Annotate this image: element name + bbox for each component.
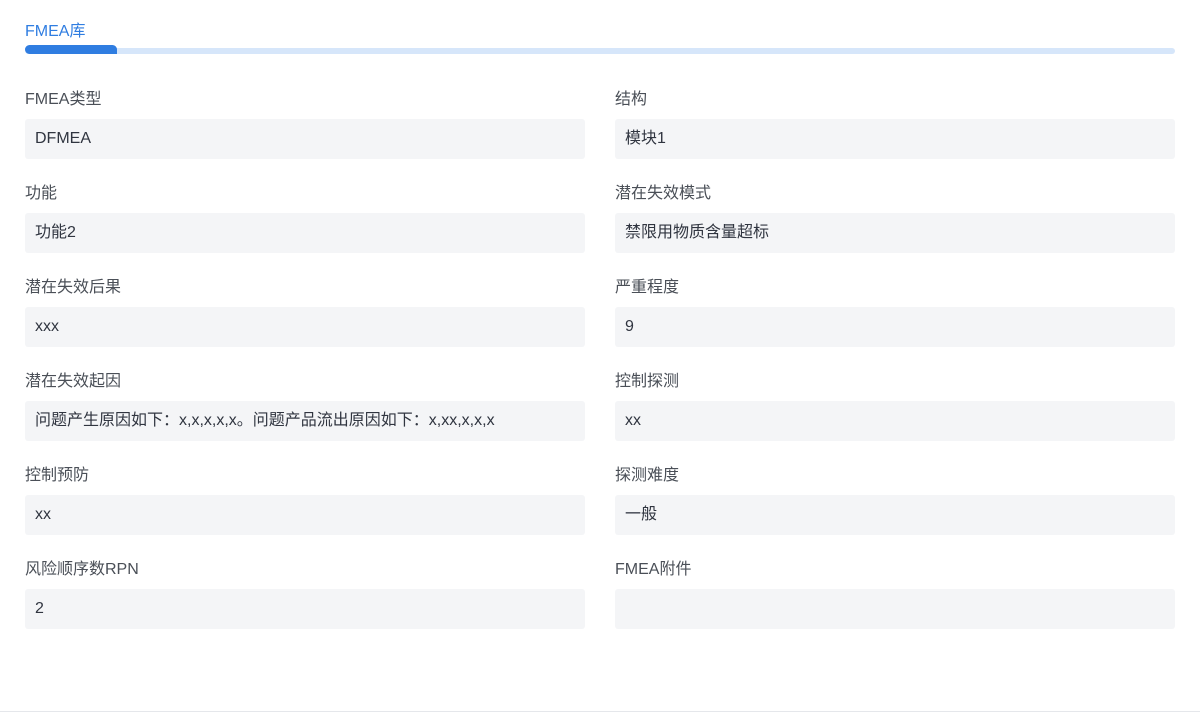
field-label: 探测难度 bbox=[615, 467, 680, 484]
field-label: 潜在失效起因 bbox=[25, 373, 122, 390]
field-value: xx bbox=[615, 401, 1175, 441]
field-value: 2 bbox=[25, 589, 585, 629]
field-label: 严重程度 bbox=[615, 279, 680, 296]
tab-fmea-library[interactable]: FMEA库 bbox=[25, 17, 85, 41]
field-function: 功能功能2 bbox=[25, 183, 585, 253]
field-label: 结构 bbox=[615, 91, 648, 108]
field-value: 一般 bbox=[615, 495, 1175, 535]
field-label: FMEA类型 bbox=[25, 91, 102, 108]
field-structure: 结构模块1 bbox=[615, 89, 1175, 159]
field-severity: 严重程度 9 bbox=[615, 277, 1175, 347]
field-value: xxx bbox=[25, 307, 585, 347]
field-detection-difficulty: 探测难度 一般 bbox=[615, 465, 1175, 535]
field-failure-effect: 潜在失效后果 xxx bbox=[25, 277, 585, 347]
field-label: 风险顺序数RPN bbox=[25, 561, 139, 578]
field-value: xx bbox=[25, 495, 585, 535]
attachment-value[interactable] bbox=[615, 589, 1175, 629]
field-value: 功能2 bbox=[25, 213, 585, 253]
field-label: FMEA附件 bbox=[615, 561, 692, 578]
field-value: 模块1 bbox=[615, 119, 1175, 159]
field-value: 问题产生原因如下：x,x,x,x,x。问题产品流出原因如下：x,xx,x,x,x bbox=[25, 401, 585, 441]
field-label: 控制预防 bbox=[25, 467, 90, 484]
bottom-divider bbox=[0, 711, 1200, 712]
field-label: 功能 bbox=[25, 185, 58, 202]
field-failure-mode: 潜在失效模式禁限用物质含量超标 bbox=[615, 183, 1175, 253]
fmea-detail-form: FMEA类型 DFMEA 结构 模块1 功能 功能2 潜在失效模式 禁限用物质含量超标 … bbox=[25, 89, 1175, 629]
field-prevention-control: 控制预防 xx bbox=[25, 465, 585, 535]
field-attachment: FMEA附件 bbox=[615, 559, 1175, 629]
field-label: 潜在失效模式 bbox=[615, 185, 712, 202]
field-fmea-type: FMEA类型 DFMEA bbox=[25, 89, 585, 159]
field-value: 9 bbox=[615, 307, 1175, 347]
field-detection-control: 控制探测 xx bbox=[615, 371, 1175, 441]
field-value: 禁限用物质含量超标 bbox=[615, 213, 1175, 253]
field-label: 潜在失效后果 bbox=[25, 279, 122, 296]
tab-active-indicator bbox=[25, 45, 117, 54]
field-failure-cause: 潜在失效起因问题产生原因如下：x,x,x,x,x。问题产品流出原因如下：x,xx… bbox=[25, 371, 585, 441]
field-rpn: 风险顺序数RPN 2 bbox=[25, 559, 585, 629]
tab-underline-track bbox=[25, 48, 1175, 54]
field-label: 控制探测 bbox=[615, 373, 680, 390]
field-value: DFMEA bbox=[25, 119, 585, 159]
